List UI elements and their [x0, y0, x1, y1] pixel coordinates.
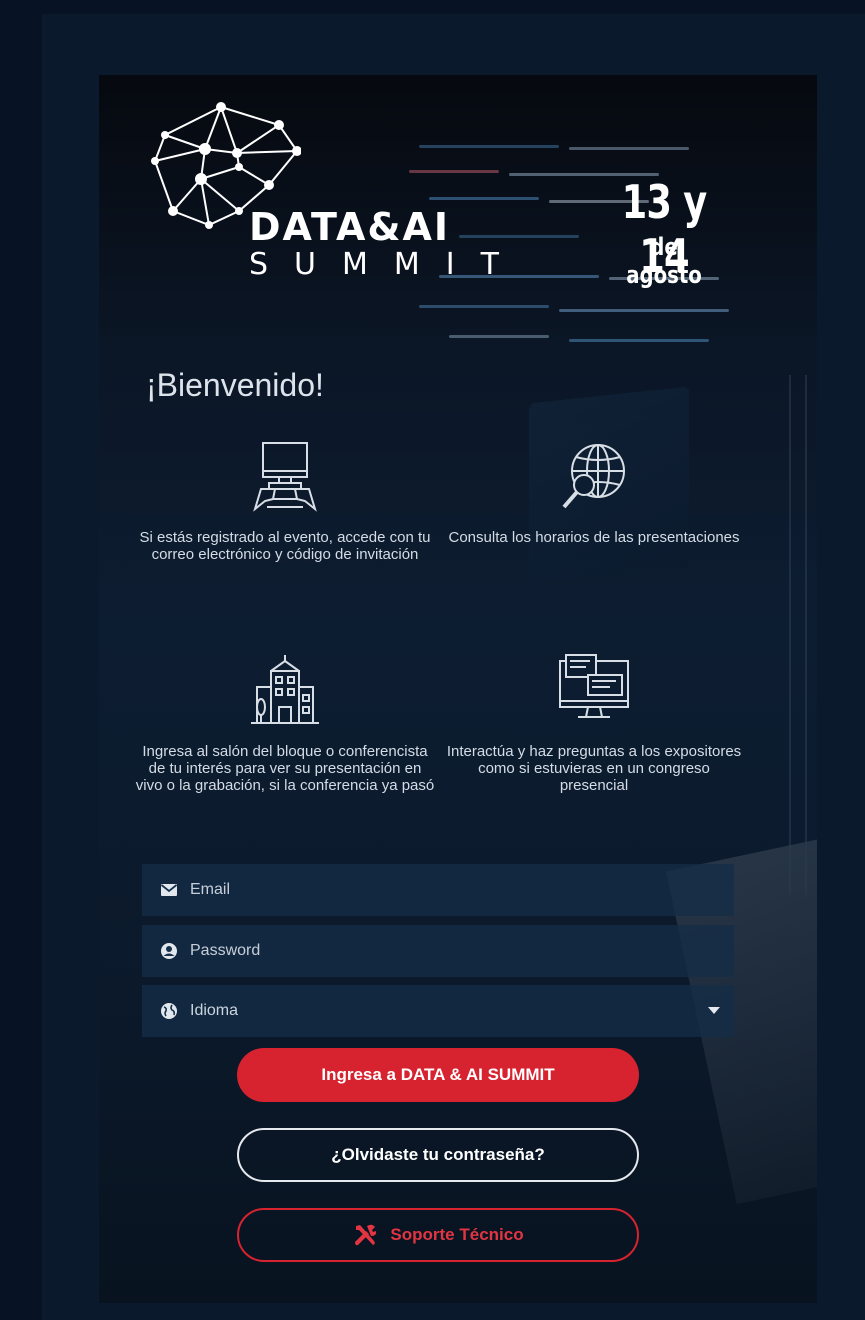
email-input[interactable]: [190, 881, 734, 899]
feature-text: Ingresa al salón del bloque o conferenci…: [135, 743, 435, 794]
support-button-label: Soporte Técnico: [390, 1225, 524, 1244]
background-divider: [789, 375, 791, 895]
user-circle-icon: [161, 943, 177, 959]
language-select[interactable]: Idioma: [142, 985, 734, 1037]
monitor-chat-icon: [559, 654, 629, 718]
chevron-down-icon[interactable]: [708, 1007, 720, 1014]
globe-icon: [161, 1003, 177, 1019]
logo-title: DATA&AI: [249, 205, 451, 249]
login-button[interactable]: Ingresa a DATA & AI SUMMIT: [237, 1048, 639, 1102]
tools-icon: [355, 1224, 377, 1246]
envelope-icon: [160, 884, 178, 896]
feature-text: Interactúa y haz preguntas a los exposit…: [446, 743, 742, 794]
desk-computer-icon: [253, 442, 317, 512]
welcome-heading: ¡Bienvenido!: [146, 367, 324, 403]
feature-room: Ingresa al salón del bloque o conferenci…: [135, 651, 435, 794]
password-input[interactable]: [190, 942, 734, 960]
logo-subtitle: SUMMIT: [249, 247, 525, 282]
feature-text: Si estás registrado al evento, accede co…: [139, 529, 431, 563]
login-card: DATA&AI SUMMIT 13 y 14 de agosto ¡Bienve…: [99, 75, 817, 1303]
event-month: de agosto: [626, 233, 702, 289]
login-button-label: Ingresa a DATA & AI SUMMIT: [321, 1065, 555, 1084]
forgot-password-button[interactable]: ¿Olvidaste tu contraseña?: [237, 1128, 639, 1182]
building-icon: [251, 655, 319, 724]
feature-register: Si estás registrado al evento, accede co…: [135, 437, 435, 563]
support-button[interactable]: Soporte Técnico: [237, 1208, 639, 1262]
email-field[interactable]: [142, 864, 734, 916]
feature-schedule: Consulta los horarios de las presentacio…: [444, 437, 744, 546]
background-divider: [805, 375, 807, 895]
globe-search-icon: [562, 444, 625, 509]
feature-interact: Interactúa y haz preguntas a los exposit…: [444, 651, 744, 794]
password-field[interactable]: [142, 925, 734, 977]
language-select-label: Idioma: [190, 1002, 239, 1019]
feature-text: Consulta los horarios de las presentacio…: [448, 529, 740, 546]
forgot-password-label: ¿Olvidaste tu contraseña?: [331, 1145, 545, 1164]
